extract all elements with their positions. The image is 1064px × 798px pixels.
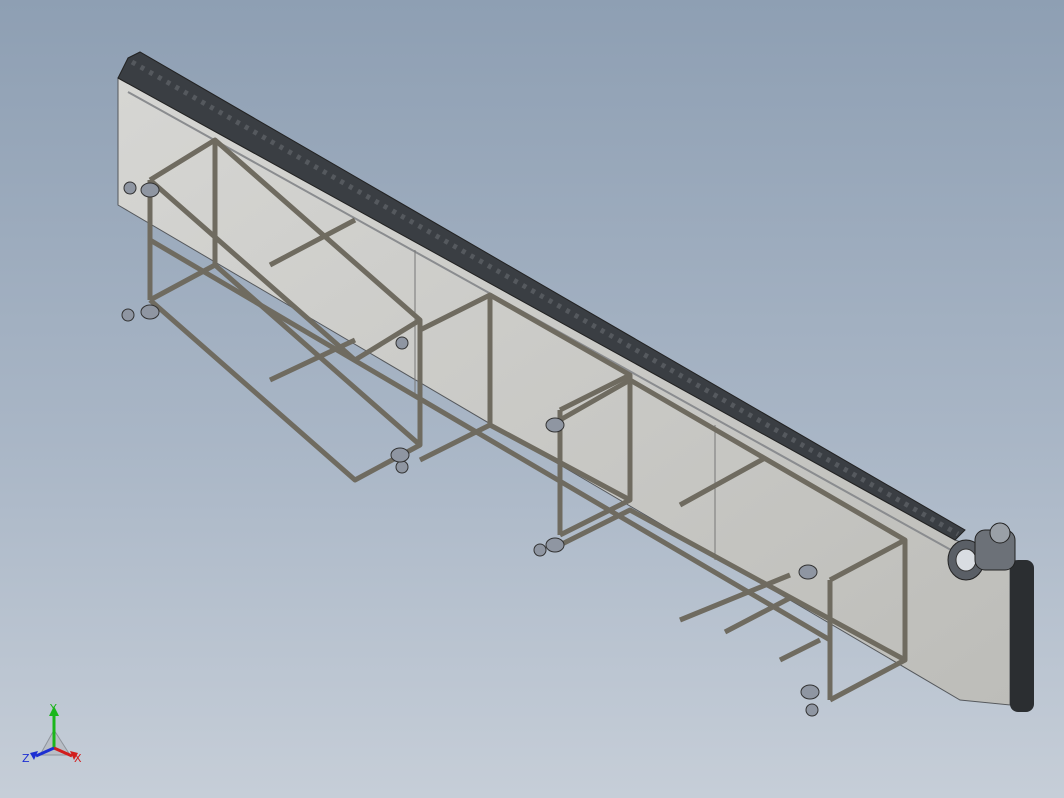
coordinate-triad: Y X Z xyxy=(22,702,82,765)
y-axis-label: Y xyxy=(49,702,57,715)
end-cap xyxy=(1010,560,1034,712)
conveyor-model[interactable] xyxy=(0,0,1064,798)
z-axis-label: Z xyxy=(22,752,30,765)
graphics-viewport[interactable]: Y X Z xyxy=(0,0,1064,798)
x-axis-label: X xyxy=(74,752,82,765)
